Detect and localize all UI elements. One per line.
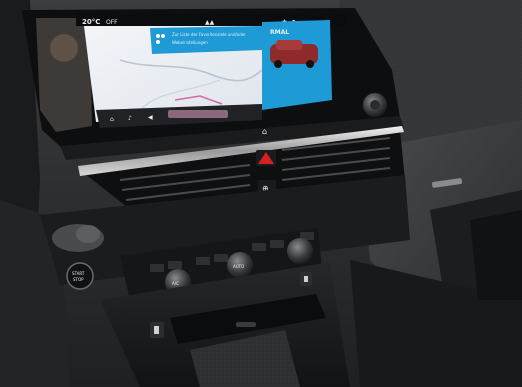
notification-text-line1: Zur Liste der Favoritenziele und/oder [172, 32, 246, 37]
start-stop-button[interactable] [66, 262, 94, 290]
mode-label: RMAL [270, 29, 289, 36]
reflection-band [168, 110, 228, 118]
climate-button[interactable] [270, 240, 284, 248]
car-dashboard-photo: 20°C OFF ▲▲ ✱ ▮ Zur Liste der Favoritenz… [0, 0, 522, 387]
start-stop-label-line2: STOP [73, 277, 84, 282]
media-icon[interactable]: ♪ [128, 115, 132, 122]
notification-text-line2: Webeinstellungen [172, 40, 208, 45]
climate-button[interactable] [150, 264, 164, 272]
reflection-face [50, 34, 78, 62]
status-temperature[interactable]: 20°C [82, 18, 100, 26]
notification-icon [156, 40, 160, 44]
knob-left-label: A/C [172, 281, 179, 286]
tray-handle[interactable] [236, 322, 256, 327]
home-icon[interactable]: ⌂ [110, 116, 114, 123]
usb-icon [304, 276, 308, 282]
wheel-icon [306, 60, 314, 68]
volume-knob-center [370, 100, 380, 110]
knob-center-label: AUTO [233, 264, 244, 269]
usb-icon [154, 326, 159, 334]
dashboard-illustration: 20°C OFF ▲▲ ✱ ▮ Zur Liste der Favoritenz… [0, 0, 522, 387]
stalk-tip [76, 225, 100, 243]
status-center-icon: ▲▲ [205, 19, 215, 26]
wheel-icon [274, 60, 282, 68]
start-stop-label-line1: START [72, 271, 85, 276]
climate-button[interactable] [168, 261, 182, 269]
notification-icon [161, 34, 165, 38]
temperature-knob-right[interactable] [287, 238, 313, 264]
climate-button[interactable] [252, 243, 266, 251]
climate-button[interactable] [196, 257, 210, 265]
status-off-label[interactable]: OFF [106, 19, 118, 26]
climate-button[interactable] [214, 254, 228, 262]
volume-icon[interactable]: ◀ [148, 114, 153, 121]
car-roof-icon [276, 40, 302, 50]
notification-icon [156, 34, 160, 38]
passenger-seat-edge [470, 210, 522, 300]
home-button-icon[interactable]: ⌂ [262, 127, 267, 136]
